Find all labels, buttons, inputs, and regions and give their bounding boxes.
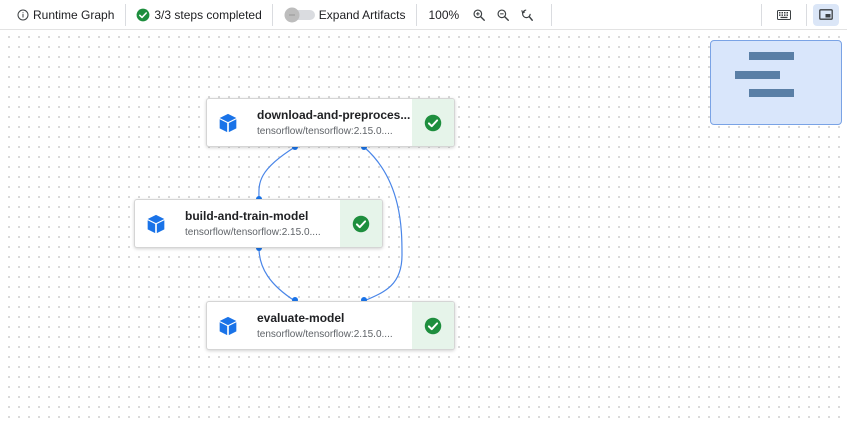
edge-download-to-build xyxy=(258,146,296,202)
node-status-succeeded xyxy=(340,200,382,247)
node-text: download-and-preproces... tensorflow/ten… xyxy=(249,99,412,146)
cube-icon xyxy=(219,316,237,335)
check-circle-icon xyxy=(352,215,370,232)
node-image: tensorflow/tensorflow:2.15.0.... xyxy=(257,329,393,340)
node-icon-container xyxy=(135,200,177,247)
node-image: tensorflow/tensorflow:2.15.0.... xyxy=(257,126,393,137)
cube-icon xyxy=(147,214,165,233)
check-circle-icon xyxy=(424,114,442,131)
minimap-node xyxy=(735,71,780,79)
graph-node-evaluate-model[interactable]: evaluate-model tensorflow/tensorflow:2.1… xyxy=(206,301,455,350)
check-circle-icon xyxy=(424,317,442,334)
node-image: tensorflow/tensorflow:2.15.0.... xyxy=(185,227,321,238)
edge-build-to-evaluate xyxy=(258,247,296,302)
cube-icon xyxy=(219,113,237,132)
graph-node-build-and-train-model[interactable]: build-and-train-model tensorflow/tensorf… xyxy=(134,199,383,248)
node-title: download-and-preproces... xyxy=(257,108,411,122)
node-title: build-and-train-model xyxy=(185,209,309,223)
node-icon-container xyxy=(207,99,249,146)
graph-minimap[interactable] xyxy=(710,40,842,125)
node-title: evaluate-model xyxy=(257,311,345,325)
node-status-succeeded xyxy=(412,99,454,146)
minimap-node xyxy=(749,52,794,60)
node-text: build-and-train-model tensorflow/tensorf… xyxy=(177,200,340,247)
graph-node-download-and-preprocess[interactable]: download-and-preproces... tensorflow/ten… xyxy=(206,98,455,147)
node-icon-container xyxy=(207,302,249,349)
node-status-succeeded xyxy=(412,302,454,349)
minimap-node xyxy=(749,89,794,97)
node-text: evaluate-model tensorflow/tensorflow:2.1… xyxy=(249,302,412,349)
